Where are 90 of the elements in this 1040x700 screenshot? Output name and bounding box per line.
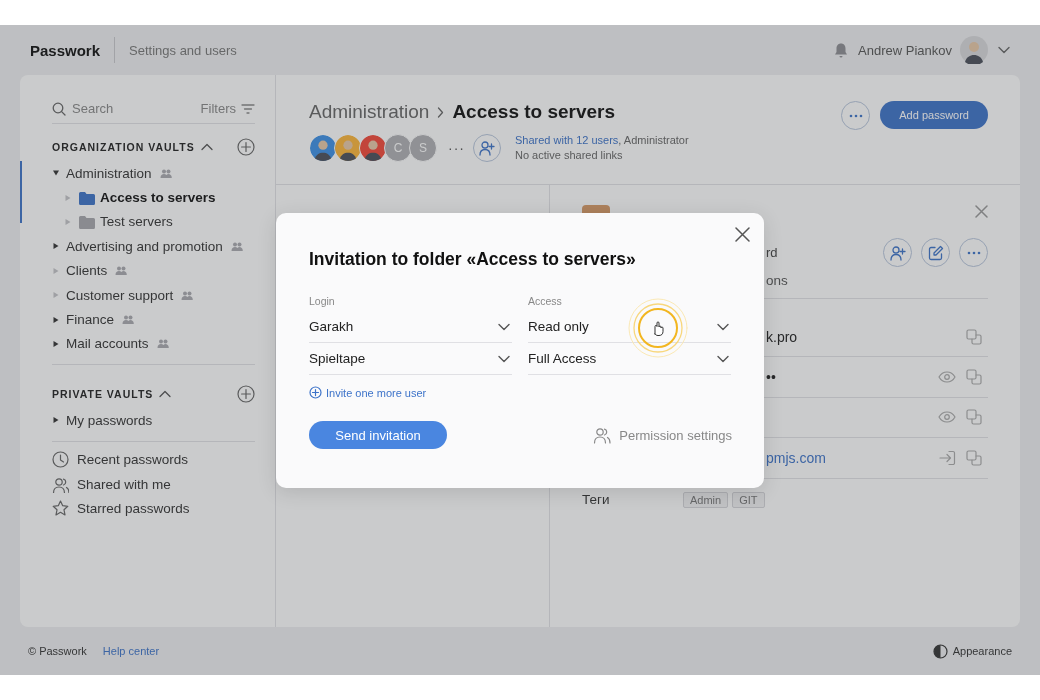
app-logo: Passwork [30, 41, 101, 59]
access-select[interactable]: Full Access [528, 343, 731, 375]
search-icon [52, 101, 66, 116]
section-heading: ORGANIZATION VAULTS [52, 141, 195, 153]
caret-icon[interactable] [52, 315, 60, 324]
add-vault-button[interactable] [237, 138, 255, 156]
edit-icon [927, 244, 944, 261]
copy-icon[interactable] [966, 368, 982, 385]
item-subtitle: rd [766, 245, 778, 260]
people-icon [593, 426, 612, 444]
tags-label: Теги [582, 492, 611, 507]
chevron-down-icon [498, 354, 510, 363]
edit-button[interactable] [921, 238, 950, 267]
field-value: k.pro [766, 328, 798, 345]
vault-item[interactable]: Test servers [64, 209, 255, 235]
share-summary: Shared with 12 users, Administrator [515, 133, 689, 148]
user-avatar-icon [960, 36, 988, 64]
login-select[interactable]: Spieltape [309, 343, 512, 375]
add-icon [309, 386, 322, 399]
login-icon[interactable] [939, 449, 956, 466]
member-avatar: C [384, 134, 412, 162]
sidebar-link[interactable]: Shared with me [52, 472, 255, 497]
sidebar-link[interactable]: Recent passwords [52, 447, 255, 472]
chevron-up-icon[interactable] [200, 143, 213, 151]
section-tab[interactable]: ons [766, 273, 788, 288]
people-icon [52, 475, 69, 493]
permission-settings-link[interactable]: Permission settings [593, 426, 732, 444]
folder-icon [78, 190, 96, 205]
vault-item[interactable]: Mail accounts [52, 331, 255, 357]
add-password-button[interactable]: Add password [880, 101, 988, 129]
field-label: Access [528, 295, 563, 309]
vault-item[interactable]: Customer support [52, 282, 255, 308]
chevron-down-icon [717, 322, 729, 331]
more-icon [966, 250, 981, 255]
copy-icon[interactable] [966, 328, 982, 345]
filter-icon [241, 103, 255, 114]
vault-item[interactable]: My passwords [52, 408, 255, 433]
chevron-down-icon [717, 354, 729, 363]
copy-icon[interactable] [966, 449, 982, 466]
field-value: •• [766, 368, 776, 385]
search-field[interactable]: Search [72, 101, 182, 116]
more-button[interactable] [959, 238, 988, 267]
contrast-icon [932, 643, 948, 659]
vault-item[interactable]: Clients [52, 258, 255, 283]
login-select[interactable]: Garakh [309, 311, 512, 343]
chevron-up-icon[interactable] [159, 390, 172, 399]
copyright: © Passwork [28, 645, 87, 657]
dialog-title: Invitation to folder «Access to servers» [309, 249, 637, 270]
url-link[interactable]: pmjs.com [766, 449, 826, 466]
access-select[interactable]: Read only [528, 311, 731, 343]
caret-icon[interactable] [52, 339, 60, 348]
shared-links-note: No active shared links [515, 148, 624, 163]
folder-icon [78, 214, 96, 229]
chevron-down-icon [998, 46, 1010, 54]
caret-icon[interactable] [52, 416, 60, 425]
add-member-button[interactable] [473, 134, 501, 162]
appearance-button[interactable]: Appearance [932, 643, 1012, 659]
caret-icon[interactable] [52, 242, 60, 251]
send-invitation-button[interactable]: Send invitation [309, 421, 447, 449]
add-vault-button[interactable] [237, 385, 255, 404]
eye-icon[interactable] [938, 411, 956, 424]
breadcrumb-link[interactable]: Administration [309, 101, 430, 123]
more-members[interactable]: ··· [448, 140, 465, 156]
chevron-right-icon [437, 106, 445, 118]
invite-more-link[interactable]: Invite one more user [309, 386, 427, 399]
bell-icon[interactable] [834, 42, 849, 58]
more-icon [848, 113, 863, 118]
member-avatar: S [409, 134, 437, 162]
field-label: Login [309, 295, 336, 309]
clock-icon [52, 451, 69, 469]
folder-title: Access to servers [452, 101, 616, 123]
more-button[interactable] [841, 101, 871, 130]
star-icon [52, 500, 69, 518]
close-button[interactable] [735, 227, 750, 242]
sidebar-link[interactable]: Starred passwords [52, 496, 255, 521]
caret-icon[interactable] [52, 169, 60, 178]
eye-icon[interactable] [938, 370, 956, 383]
share-button[interactable] [883, 238, 912, 267]
vault-item[interactable]: Finance [52, 307, 255, 332]
add-user-icon [479, 140, 495, 156]
add-circle-icon [237, 385, 255, 404]
add-circle-icon [237, 138, 255, 156]
chevron-down-icon [498, 322, 510, 331]
add-user-icon [889, 244, 906, 261]
user-name[interactable]: Andrew Piankov [858, 42, 952, 58]
vault-item[interactable]: Advertising and promotion [52, 234, 255, 259]
vault-item[interactable]: Administration [52, 161, 255, 186]
section-heading: PRIVATE VAULTS [52, 388, 154, 401]
vault-item[interactable]: Access to servers [64, 185, 255, 210]
copy-icon[interactable] [966, 409, 982, 426]
